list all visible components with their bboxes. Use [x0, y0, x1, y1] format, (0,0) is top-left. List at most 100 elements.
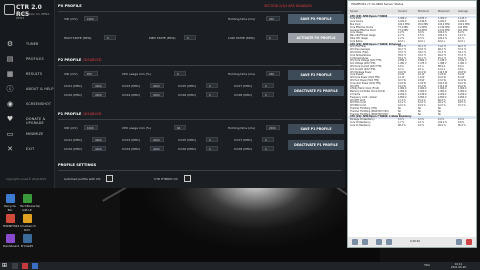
- disabled-sections-banner: SECTION 2/3/4 ARE DISABLED: [264, 4, 312, 8]
- clock-date: 2021-06-26: [450, 266, 466, 269]
- camera-icon: ◉: [6, 100, 14, 108]
- deactivate-p1-profile-button[interactable]: DEACTIVATE P1 PROFILE: [288, 140, 344, 150]
- p1-ccx3-input[interactable]: 4200: [150, 137, 164, 142]
- column-minimum[interactable]: Minimum: [418, 10, 429, 13]
- nav-left-icon[interactable]: [352, 239, 358, 245]
- p2-ccx4-input[interactable]: 4200: [150, 92, 164, 97]
- p2-ccx5-input[interactable]: 0: [206, 83, 218, 88]
- sensor-value: 90.2 %: [458, 123, 466, 127]
- save-p1-profile-button[interactable]: SAVE P1 PROFILE: [288, 124, 344, 134]
- desktop-icon[interactable]: TechPowerUp GPU-Z: [20, 194, 40, 212]
- p2-cpu-usage-input[interactable]: 0: [174, 71, 186, 76]
- ctr-window: CTR 2.0 RC5 Optimization for ZEN2 - ZEN3…: [0, 0, 345, 188]
- nav-exit[interactable]: ✕ EXIT: [0, 143, 54, 156]
- p1-ccx8-input[interactable]: 0: [262, 146, 274, 151]
- hwinfo-window: HWiNFO64 v7.10-4600 Sensor Status Sensor…: [347, 0, 477, 248]
- p1-holding-label: Holding time (ms): [228, 126, 255, 130]
- desktop-icon[interactable]: HWiNFO64: [3, 214, 19, 228]
- p2-vid-label: VID (mV): [64, 72, 78, 76]
- desktop-icon[interactable]: Dashboard: [3, 234, 19, 248]
- prime95-icon: [22, 234, 32, 243]
- nav-about-help[interactable]: ⓘ ABOUT & HELP: [0, 83, 54, 96]
- divider: [58, 119, 342, 120]
- close-icon[interactable]: [466, 239, 472, 245]
- copyright-text: Copyright Lucas1® 2019-2021: [6, 178, 47, 181]
- sensor-value: 99.9 %: [438, 123, 446, 127]
- p1-vid-input[interactable]: 1000: [84, 125, 98, 130]
- p1-ccx6-input[interactable]: 0: [206, 146, 218, 151]
- minimize-icon: ▭: [6, 130, 14, 138]
- sensor-value: 98.3 %: [398, 123, 406, 127]
- nav-profiles[interactable]: ▤ PROFILES: [0, 53, 54, 66]
- p1-ccx6-label: CCX6 (MHz): [178, 147, 196, 151]
- taskbar-clock[interactable]: 10:12 2021-06-26: [451, 263, 466, 269]
- p2-holding-input[interactable]: 200: [266, 71, 280, 76]
- px-high-input[interactable]: 0: [104, 35, 116, 40]
- column-sensor[interactable]: Sensor: [350, 10, 358, 13]
- graph-icon[interactable]: [376, 239, 382, 245]
- px-profile-title: PX PROFILE: [58, 4, 82, 8]
- start-button[interactable]: ⊞: [2, 263, 8, 269]
- p2-ccx3-input[interactable]: 4200: [150, 83, 164, 88]
- px-holding-input[interactable]: 200: [266, 16, 280, 21]
- save-p2-profile-button[interactable]: SAVE P2 PROFILE: [288, 70, 344, 80]
- nav-screenshot[interactable]: ◉ SCREENSHOT: [0, 98, 54, 111]
- activate-px-profile-button[interactable]: ACTIVATE PX PROFILE: [288, 33, 344, 43]
- p2-ccx6-input[interactable]: 0: [206, 92, 218, 97]
- elapsed-time: 0:28:46: [410, 240, 420, 243]
- sensor-row[interactable]: Core C1 Residency 98.3 % 0.0 % 99.9 % 90.2 %: [348, 123, 476, 128]
- p2-vid-input[interactable]: 875: [84, 71, 98, 76]
- column-current[interactable]: Current: [398, 10, 407, 13]
- p1-ccx5-input[interactable]: 0: [206, 137, 218, 142]
- exit-icon: ✕: [7, 145, 13, 153]
- hwinfo-sensor-list[interactable]: CPU [#0]: AMD Ryzen 7 5800X Core VIDs 1.05…: [348, 15, 476, 237]
- recycle-bin-icon: [5, 194, 15, 203]
- column-maximum[interactable]: Maximum: [438, 10, 450, 13]
- desktop-icon[interactable]: Cinebench R23: [20, 214, 36, 232]
- p1-ccx4-input[interactable]: 4200: [150, 146, 164, 151]
- tray-language[interactable]: ENG: [424, 264, 430, 267]
- p2-ccx1-input[interactable]: 4200: [92, 83, 106, 88]
- p2-ccx1-label: CCX1 (MHz): [64, 84, 82, 88]
- sensor-label: Core C1 Residency: [350, 123, 371, 127]
- ctr-hybrid-oc-checkbox[interactable]: [184, 175, 191, 182]
- desktop-icon[interactable]: Prime95: [20, 234, 34, 248]
- p2-ccx8-input[interactable]: 0: [262, 92, 274, 97]
- profile-settings-title: PROFILE SETTINGS: [58, 163, 97, 167]
- p2-ccx4-label: CCX4 (MHz): [122, 93, 140, 97]
- nav-donate-upgrade[interactable]: ♥ DONATE & UPGRADE: [0, 113, 54, 126]
- search-icon[interactable]: [12, 263, 18, 269]
- profiles-icon: ▤: [6, 55, 14, 63]
- desktop-icon[interactable]: Recycle Bin: [3, 194, 17, 212]
- deactivate-p2-profile-button[interactable]: DEACTIVATE P2 PROFILE: [288, 86, 344, 96]
- px-vid-input[interactable]: 1000: [84, 16, 98, 21]
- p1-cpu-usage-input[interactable]: 60: [174, 125, 186, 130]
- donate-icon: ♥: [6, 115, 14, 123]
- px-med-input[interactable]: 0: [184, 35, 196, 40]
- autoload-checkbox[interactable]: [106, 175, 113, 182]
- px-low-input[interactable]: 0: [266, 35, 278, 40]
- p1-ccx1-label: CCX1 (MHz): [64, 138, 82, 142]
- taskbar-hwinfo-icon[interactable]: [32, 263, 38, 269]
- p1-ccx1-input[interactable]: 4200: [92, 137, 106, 142]
- settings-icon[interactable]: [386, 239, 392, 245]
- p2-holding-label: Holding time (ms): [228, 72, 255, 76]
- save-px-profile-button[interactable]: SAVE PX PROFILE: [288, 14, 344, 24]
- p2-ccx7-input[interactable]: 0: [262, 83, 274, 88]
- p1-holding-input[interactable]: 2000: [266, 125, 280, 130]
- column-average[interactable]: Average: [458, 10, 468, 13]
- taskbar-ctr-icon[interactable]: [22, 263, 28, 269]
- p1-ccx7-input[interactable]: 0: [262, 137, 274, 142]
- nav-tuner[interactable]: ⚙ TUNER: [0, 38, 54, 51]
- p2-ccx2-input[interactable]: 4200: [92, 92, 106, 97]
- nav-right-icon[interactable]: [362, 239, 368, 245]
- p1-ccx2-input[interactable]: 4200: [92, 146, 106, 151]
- ctr-main-panel: SECTION 2/3/4 ARE DISABLED PX PROFILE VI…: [54, 0, 345, 188]
- nav-results[interactable]: ▦ RESULTS: [0, 68, 54, 81]
- ctr-logo-icon: [4, 4, 15, 15]
- taskbar: ⊞ ENG 10:12 2021-06-26: [0, 262, 480, 270]
- reset-icon[interactable]: [456, 239, 462, 245]
- p1-ccx4-label: CCX4 (MHz): [122, 147, 140, 151]
- p1-ccx8-label: CCX8 (MHz): [234, 147, 252, 151]
- nav-minimize[interactable]: ▭ MINIMIZE: [0, 128, 54, 141]
